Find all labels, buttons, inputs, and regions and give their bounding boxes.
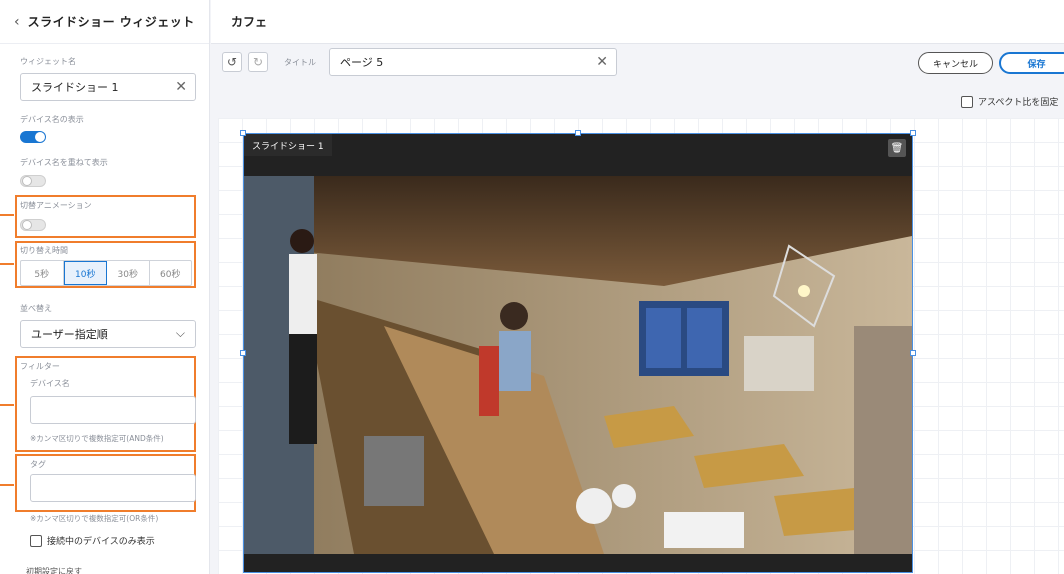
switch-time-5s[interactable]: 5秒 [21, 261, 64, 285]
tag-label: タグ [30, 460, 46, 469]
camera-image [244, 176, 912, 554]
sort-label: 並べ替え [20, 304, 52, 313]
clear-icon[interactable]: ✕ [596, 54, 608, 70]
tag-note: ※カンマ区切りで複数指定可(OR条件) [30, 514, 159, 523]
aspect-lock-row[interactable]: アスペクト比を固定 [961, 95, 1058, 108]
connected-only-checkbox[interactable] [30, 534, 42, 547]
widget-title: スライドショー 1 [244, 134, 332, 156]
editor-toolbar: ↺ ↻ タイトル ページ 5 ✕ キャンセル 保存 アスペクト比を固定 [211, 44, 1064, 108]
resize-handle[interactable] [575, 130, 581, 136]
connected-only-label: 接続中のデバイスのみ表示 [47, 537, 155, 547]
back-chevron-icon[interactable]: ‹ [14, 14, 20, 30]
resize-handle[interactable] [240, 130, 246, 136]
widget-name-input[interactable]: スライドショー 1 ✕ [20, 73, 196, 101]
overlay-device-name-toggle[interactable] [20, 175, 46, 187]
title-label: タイトル [284, 58, 316, 67]
title-value: ページ 5 [340, 56, 384, 69]
show-device-name-label: デバイス名の表示 [20, 115, 84, 124]
highlight-connector [0, 404, 14, 406]
switch-time-label: 切り替え時間 [20, 246, 68, 255]
sort-select[interactable]: ユーザー指定順 ⌵ [20, 320, 196, 348]
highlight-connector [0, 484, 14, 486]
switch-time-30s[interactable]: 30秒 [107, 261, 150, 285]
aspect-lock-checkbox[interactable] [961, 95, 973, 108]
resize-handle[interactable] [910, 350, 916, 356]
cancel-button[interactable]: キャンセル [918, 52, 993, 74]
overlay-device-name-label: デバイス名を重ねて表示 [20, 158, 108, 167]
chevron-down-icon: ⌵ [175, 326, 185, 340]
settings-sidebar: ‹ スライドショー ウィジェット ウィジェット名 スライドショー 1 ✕ デバイ… [0, 0, 210, 574]
highlight-connector [0, 214, 14, 216]
device-name-note: ※カンマ区切りで複数指定可(AND条件) [30, 434, 164, 443]
switch-animation-label: 切替アニメーション [20, 201, 92, 210]
page-header: カフェ [211, 0, 1064, 44]
show-device-name-toggle[interactable] [20, 131, 46, 143]
tag-filter-input[interactable] [30, 474, 196, 502]
aspect-lock-label: アスペクト比を固定 [978, 98, 1059, 108]
widget-name-label: ウィジェット名 [20, 57, 76, 66]
page-name: カフェ [231, 15, 268, 29]
redo-icon[interactable]: ↻ [248, 52, 268, 72]
resize-handle[interactable] [240, 350, 246, 356]
save-button[interactable]: 保存 [999, 52, 1064, 74]
trash-icon[interactable]: 🗑 [888, 139, 906, 157]
connected-only-row[interactable]: 接続中のデバイスのみ表示 [30, 534, 155, 547]
slideshow-widget[interactable]: スライドショー 1 🗑 [243, 133, 913, 573]
clear-icon[interactable]: ✕ [175, 79, 187, 95]
sidebar-title: スライドショー ウィジェット [27, 15, 195, 29]
highlight-connector [0, 263, 14, 265]
resize-handle[interactable] [910, 130, 916, 136]
cafe-scene-image [244, 176, 912, 554]
switch-time-10s[interactable]: 10秒 [63, 261, 107, 285]
title-input[interactable]: ページ 5 ✕ [329, 48, 617, 76]
sort-value: ユーザー指定順 [31, 328, 108, 341]
undo-icon[interactable]: ↺ [222, 52, 242, 72]
device-name-label: デバイス名 [30, 379, 70, 388]
reset-link[interactable]: 初期設定に戻す [26, 566, 82, 574]
switch-time-selector: 5秒 10秒 30秒 60秒 [20, 260, 192, 286]
switch-animation-toggle[interactable] [20, 219, 46, 231]
switch-time-60s[interactable]: 60秒 [150, 261, 192, 285]
widget-name-value: スライドショー 1 [31, 81, 119, 94]
filter-label: フィルター [20, 362, 60, 371]
device-name-filter-input[interactable] [30, 396, 196, 424]
sidebar-header: ‹ スライドショー ウィジェット [0, 0, 209, 44]
